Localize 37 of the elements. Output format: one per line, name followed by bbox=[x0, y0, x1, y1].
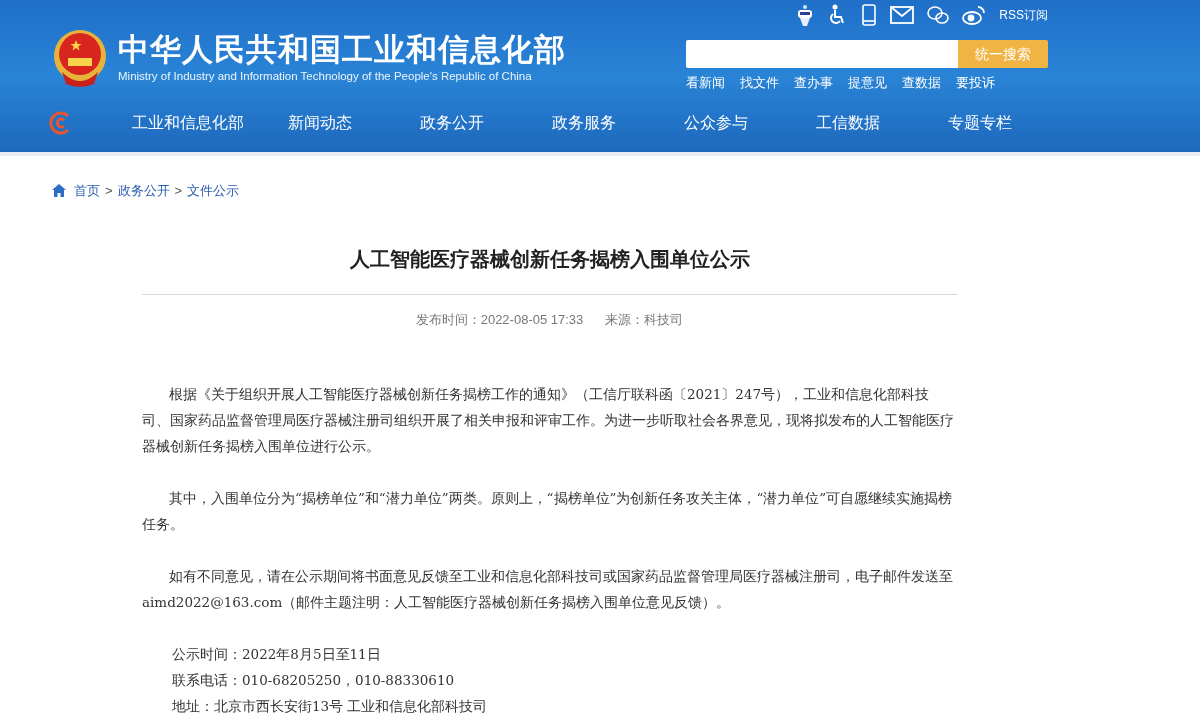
contact-detail: 联系电话：010-68205250，010-88330610 bbox=[172, 671, 456, 690]
nav-link[interactable]: 新闻动态 bbox=[254, 111, 386, 135]
chat-bubbles-icon[interactable] bbox=[927, 5, 950, 25]
article-paragraph: 如有不同意见，请在公示期间将书面意见反馈至工业和信息化部科技司或国家药品监督管理局医疗器械注册司，电子邮件发送至aimd2022@163.com（邮件主题注明：人工智能医疗器械创新任务揭榜入围单位意见反馈）。 bbox=[142, 567, 954, 612]
breadcrumb-link[interactable]: 文件公示 bbox=[187, 181, 240, 201]
breadcrumb-separator: > bbox=[105, 182, 113, 200]
nav-link[interactable]: 工信数据 bbox=[782, 111, 914, 135]
publish-info: 发布时间：2022-08-05 17:33 bbox=[415, 310, 584, 329]
breadcrumb-separator: > bbox=[174, 182, 183, 200]
mobile-phone-icon[interactable] bbox=[861, 4, 878, 26]
breadcrumb-link[interactable]: 政务公开 bbox=[117, 181, 170, 201]
publish-info: 来源：科技司 bbox=[605, 310, 684, 329]
article-title: 人工智能医疗器械创新任务揭榜入围单位公示 bbox=[348, 246, 751, 272]
search-field[interactable] bbox=[686, 40, 958, 68]
article-paragraph: 其中，入围单位分为“揭榜单位”和“潜力单位”两类。原则上，“揭榜单位”为创新任务攻关主体，“潜力单位”可自愿继续实施揭榜任务。 bbox=[142, 489, 954, 534]
quick-link[interactable]: 查办事 bbox=[794, 73, 833, 93]
nav-link[interactable]: 政务服务 bbox=[518, 111, 650, 135]
site-subtitle: Ministry of Industry and Information Technology of the People's Republic of China bbox=[118, 69, 533, 84]
swirl-logo-icon bbox=[48, 110, 72, 136]
article-paragraph: 根据《关于组织开展人工智能医疗器械创新任务揭榜工作的通知》（工信厅联科函〔2021〕247号），工业和信息化部科技司、国家药品监督管理局医疗器械注册司组织开展了相关申报和评审工作。为进一步听取社会各界意见，现将拟发布的人工智能医疗器械创新任务揭榜入围单位进行公示。 bbox=[142, 385, 955, 456]
quick-link[interactable]: 要投诉 bbox=[956, 73, 995, 93]
home-icon[interactable] bbox=[52, 184, 66, 198]
nav-link[interactable]: 公众参与 bbox=[650, 111, 782, 135]
nav-link[interactable]: 工业和信息化部 bbox=[122, 111, 254, 135]
quick-link[interactable]: 提意见 bbox=[848, 73, 887, 93]
quick-link[interactable]: 看新闻 bbox=[686, 73, 725, 93]
nav-link[interactable]: 政务公开 bbox=[386, 111, 518, 135]
contact-detail: 地址：北京市西长安街13号 工业和信息化部科技司 bbox=[172, 697, 489, 715]
quick-link[interactable]: 找文件 bbox=[740, 73, 779, 93]
rss-subscribe-link[interactable]: RSS订阅 bbox=[999, 6, 1048, 24]
contact-detail: 公示时间：2022年8月5日至11日 bbox=[172, 645, 382, 664]
national-emblem-icon bbox=[52, 28, 108, 88]
site-title: 中华人民共和国工业和信息化部 bbox=[118, 32, 566, 68]
mail-icon[interactable] bbox=[890, 6, 915, 24]
nav-link[interactable]: 专题专栏 bbox=[914, 111, 1046, 135]
breadcrumb-link[interactable]: 首页 bbox=[74, 181, 100, 201]
quick-link[interactable]: 查数据 bbox=[902, 73, 941, 93]
